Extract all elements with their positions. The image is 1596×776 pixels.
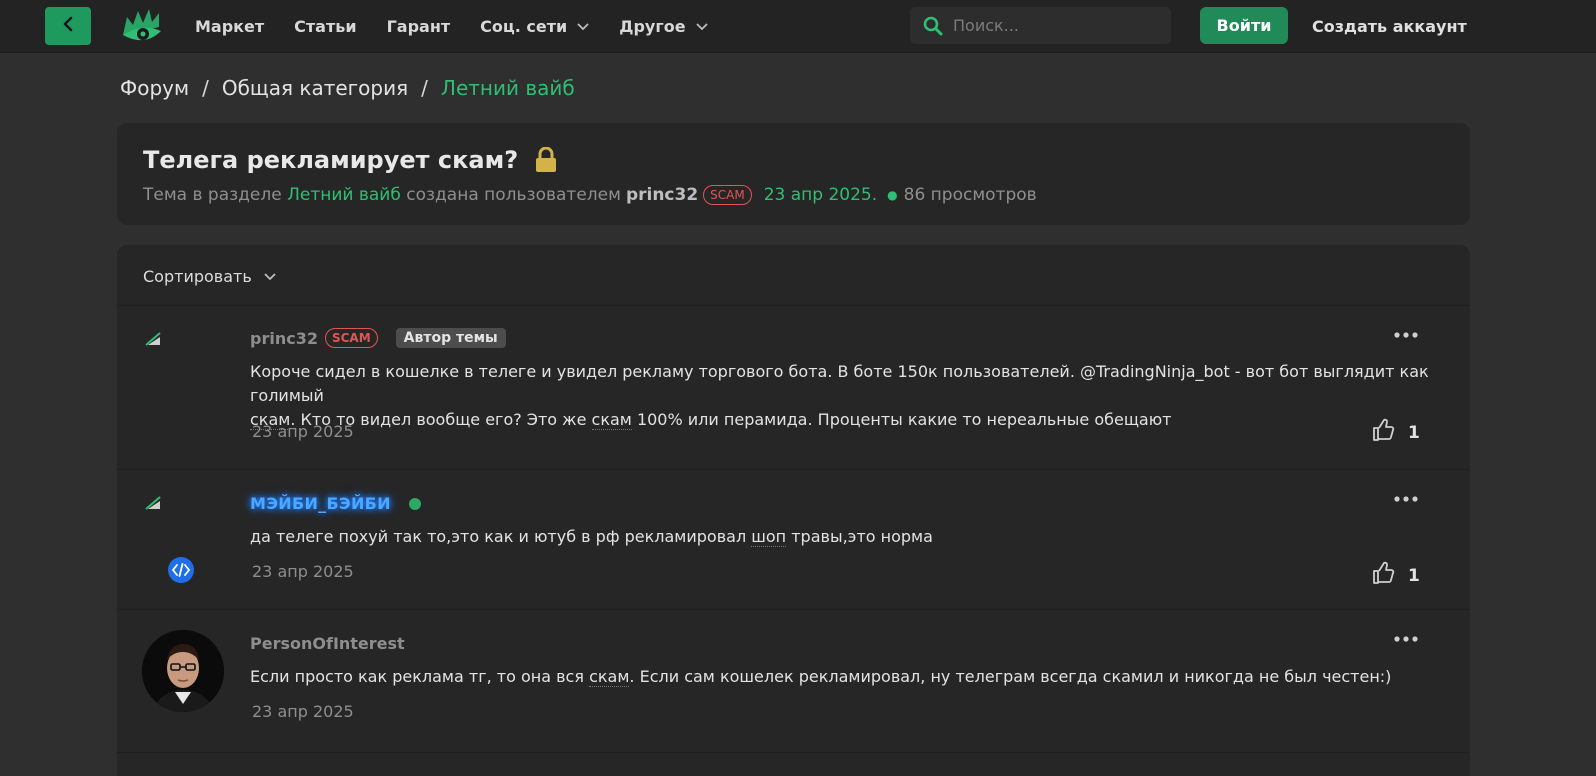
post-text: да телеге похуй так то,это как и ютуб в … xyxy=(250,527,752,546)
avatar-placeholder-icon[interactable] xyxy=(145,496,161,510)
post-item: МЭЙБИ_БЭЙБИ да телеге похуй так то,это к… xyxy=(117,469,1470,609)
search-input[interactable] xyxy=(953,16,1153,35)
main-nav: Маркет Статьи Гарант Соц. сети Другое xyxy=(195,0,738,53)
avatar-placeholder-icon[interactable] xyxy=(145,332,161,346)
sort-label: Сортировать xyxy=(143,267,252,286)
like-button[interactable]: 1 xyxy=(1372,418,1420,447)
thumbs-up-icon xyxy=(1372,418,1396,447)
search-icon xyxy=(923,16,943,36)
post-text: 100% или перамида. Проценты какие то нер… xyxy=(631,410,1172,429)
chevron-down-icon xyxy=(264,272,276,281)
post-text: . Если сам кошелек рекламировал, ну теле… xyxy=(629,667,1392,686)
thread-title-text: Телега рекламирует скам? xyxy=(143,146,519,174)
nav-articles[interactable]: Статьи xyxy=(294,17,356,36)
nav-market[interactable]: Маркет xyxy=(195,17,264,36)
post-body: Короче сидел в кошелке в телеге и увидел… xyxy=(250,360,1430,432)
login-button[interactable]: Войти xyxy=(1200,7,1288,44)
more-options-icon[interactable] xyxy=(1394,496,1418,502)
nav-social[interactable]: Соц. сети xyxy=(480,17,589,36)
lock-icon xyxy=(534,147,558,173)
meta-section-link[interactable]: Летний вайб xyxy=(287,185,401,205)
scam-badge: SCAM xyxy=(324,328,378,348)
post-author: МЭЙБИ_БЭЙБИ xyxy=(250,494,421,513)
nav-other[interactable]: Другое xyxy=(619,17,708,36)
thumbs-up-icon xyxy=(1372,561,1396,590)
online-indicator xyxy=(408,497,421,510)
meta-date[interactable]: 23 апр 2025. xyxy=(764,185,877,205)
post-text: травы,это норма xyxy=(786,527,933,546)
scam-badge: SCAM xyxy=(703,185,752,205)
post-date[interactable]: 23 апр 2025 xyxy=(252,702,354,721)
thread-author-badge: Автор темы xyxy=(395,328,506,348)
avatar[interactable] xyxy=(142,630,224,712)
post-author-name[interactable]: princ32 xyxy=(250,329,318,348)
post-text: скам xyxy=(589,667,630,687)
post-body: Если просто как реклама тг, то она вся с… xyxy=(250,665,1430,689)
search-box[interactable] xyxy=(910,7,1171,44)
like-button[interactable]: 1 xyxy=(1372,561,1420,590)
posts-container: Сортировать princ32 SCAM Автор темы Коро… xyxy=(117,245,1470,776)
chevron-down-icon xyxy=(695,22,708,31)
post-author: PersonOfInterest xyxy=(250,634,405,653)
signup-link[interactable]: Создать аккаунт xyxy=(1312,0,1467,53)
nav-garant[interactable]: Гарант xyxy=(387,17,451,36)
like-count: 1 xyxy=(1408,565,1420,586)
breadcrumb-category[interactable]: Общая категория xyxy=(222,76,408,100)
post-item xyxy=(117,752,1470,776)
breadcrumb-separator: / xyxy=(421,76,428,100)
post-date[interactable]: 23 апр 2025 xyxy=(252,562,354,581)
post-author: princ32 SCAM Автор темы xyxy=(250,328,506,348)
post-body: да телеге похуй так то,это как и ютуб в … xyxy=(250,525,1430,549)
more-options-icon[interactable] xyxy=(1394,332,1418,338)
thread-title: Телега рекламирует скам? xyxy=(143,146,558,174)
meta-dot: ● xyxy=(887,188,898,202)
thread-meta: Тема в разделе Летний вайб создана польз… xyxy=(143,185,1037,205)
top-bar: Маркет Статьи Гарант Соц. сети Другое Во… xyxy=(0,0,1596,53)
chevron-left-icon xyxy=(61,16,75,36)
meta-prefix: Тема в разделе xyxy=(143,185,282,205)
post-text: скам xyxy=(591,410,632,430)
post-author-name[interactable]: PersonOfInterest xyxy=(250,634,405,653)
post-text: шоп xyxy=(751,527,787,547)
breadcrumb-separator: / xyxy=(202,76,209,100)
breadcrumb-forum[interactable]: Форум xyxy=(120,76,189,100)
meta-author-link[interactable]: princ32 xyxy=(626,185,698,205)
breadcrumb-section[interactable]: Летний вайб xyxy=(441,76,575,100)
chevron-down-icon xyxy=(577,22,589,31)
more-options-icon[interactable] xyxy=(1394,636,1418,642)
sort-dropdown[interactable]: Сортировать xyxy=(143,267,276,286)
post-item: PersonOfInterest Если просто как реклама… xyxy=(117,609,1470,752)
post-date[interactable]: 23 апр 2025 xyxy=(252,422,354,441)
code-badge-icon xyxy=(167,556,195,584)
site-logo[interactable] xyxy=(121,5,165,47)
like-count: 1 xyxy=(1408,422,1420,443)
breadcrumb: Форум / Общая категория / Летний вайб xyxy=(120,76,575,100)
thread-header: Телега рекламирует скам? Тема в разделе … xyxy=(117,123,1470,225)
back-button[interactable] xyxy=(45,7,91,45)
post-text: Если просто как реклама тг, то она вся xyxy=(250,667,590,686)
meta-created-by: создана пользователем xyxy=(406,185,621,205)
meta-views: 86 просмотров xyxy=(903,185,1037,205)
post-item: princ32 SCAM Автор темы Короче сидел в к… xyxy=(117,305,1470,469)
post-author-name[interactable]: МЭЙБИ_БЭЙБИ xyxy=(250,494,391,513)
post-text: Короче сидел в кошелке в телеге и увидел… xyxy=(250,362,1429,405)
